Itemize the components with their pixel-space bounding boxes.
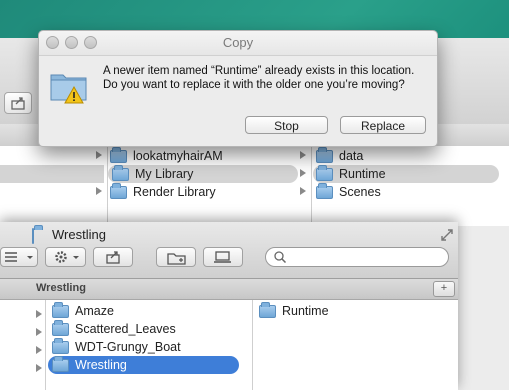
folder-icon <box>110 182 127 199</box>
list-item[interactable]: Runtime <box>259 301 449 320</box>
new-folder-button[interactable] <box>156 247 196 267</box>
chevron-right-icon <box>300 169 306 177</box>
chevron-right-icon <box>300 187 306 195</box>
folder-icon <box>316 182 333 199</box>
chevron-right-icon <box>243 360 249 368</box>
folder-warning-icon <box>50 74 87 104</box>
chevron-right-icon <box>36 328 42 336</box>
list-item[interactable]: WDT-Grungy_Boat <box>52 337 248 356</box>
list-item-label: WDT-Grungy_Boat <box>75 340 181 354</box>
window-title: Wrestling <box>52 227 106 242</box>
list-item[interactable]: Amaze <box>52 301 248 320</box>
share-button[interactable] <box>93 247 133 267</box>
path-label: Wrestling <box>36 282 86 294</box>
folder-icon <box>316 164 333 181</box>
server-icon <box>214 251 231 263</box>
column-divider[interactable] <box>311 146 312 226</box>
path-bar: Wrestling + <box>0 279 458 300</box>
list-item[interactable]: Runtime <box>313 164 499 183</box>
list-item[interactable]: Render Library <box>110 182 306 201</box>
list-item-label: Runtime <box>282 304 329 318</box>
zoom-button[interactable] <box>84 36 97 49</box>
chevron-right-icon <box>96 151 102 159</box>
dialog-title: Copy <box>39 31 437 56</box>
search-input[interactable] <box>265 247 449 267</box>
folder-icon <box>259 301 276 318</box>
list-item-label: Scattered_Leaves <box>75 322 176 336</box>
list-item-label: Scenes <box>339 185 381 199</box>
folder-icon <box>52 319 69 336</box>
search-icon <box>274 251 287 264</box>
column-divider[interactable] <box>252 300 253 390</box>
list-item-label: lookatmyhairAM <box>133 149 223 163</box>
folder-icon <box>52 337 69 354</box>
list-item[interactable]: data <box>316 146 506 165</box>
view-options-button[interactable] <box>0 247 38 267</box>
gear-icon <box>55 251 79 263</box>
list-item-label: Runtime <box>339 167 386 181</box>
copy-dialog: Copy A newer item named “Runtime” alread… <box>38 30 438 147</box>
dialog-message: A newer item named “Runtime” already exi… <box>103 65 415 91</box>
folder-icon <box>32 228 34 244</box>
chevron-right-icon <box>36 310 42 318</box>
list-item-label: Amaze <box>75 304 114 318</box>
new-folder-icon <box>167 253 186 265</box>
folder-icon <box>52 301 69 318</box>
list-item-label: My Library <box>135 167 194 181</box>
action-menu-button[interactable] <box>45 247 86 267</box>
replace-button[interactable]: Replace <box>340 116 426 134</box>
back-col1-selected-row[interactable] <box>0 165 104 183</box>
folder-icon <box>112 164 129 181</box>
list-item-label: data <box>339 149 364 163</box>
list-item-label: Render Library <box>133 185 216 199</box>
list-item[interactable]: Scattered_Leaves <box>52 319 248 338</box>
add-tab-button[interactable]: + <box>433 281 455 297</box>
minimize-button[interactable] <box>65 36 78 49</box>
list-item[interactable]: lookatmyhairAM <box>110 146 306 165</box>
stop-button[interactable]: Stop <box>245 116 328 134</box>
list-view-icon <box>5 252 33 262</box>
chevron-right-icon <box>36 364 42 372</box>
list-item[interactable]: Scenes <box>316 182 506 201</box>
connect-server-button[interactable] <box>203 247 243 267</box>
column-divider[interactable] <box>45 300 46 390</box>
folder-icon <box>110 146 127 163</box>
share-icon <box>106 251 120 264</box>
list-item-selected[interactable]: Wrestling <box>48 355 239 374</box>
fullscreen-icon[interactable] <box>440 228 454 242</box>
folder-icon <box>52 355 69 372</box>
chevron-right-icon <box>96 187 102 195</box>
list-item[interactable]: My Library <box>108 164 298 183</box>
folder-icon <box>316 146 333 163</box>
chevron-right-icon <box>300 151 306 159</box>
column-divider[interactable] <box>107 146 108 226</box>
back-share-button[interactable] <box>4 92 32 114</box>
close-button[interactable] <box>46 36 59 49</box>
chevron-right-icon <box>36 346 42 354</box>
share-icon <box>11 97 25 110</box>
list-item-label: Wrestling <box>75 358 127 372</box>
